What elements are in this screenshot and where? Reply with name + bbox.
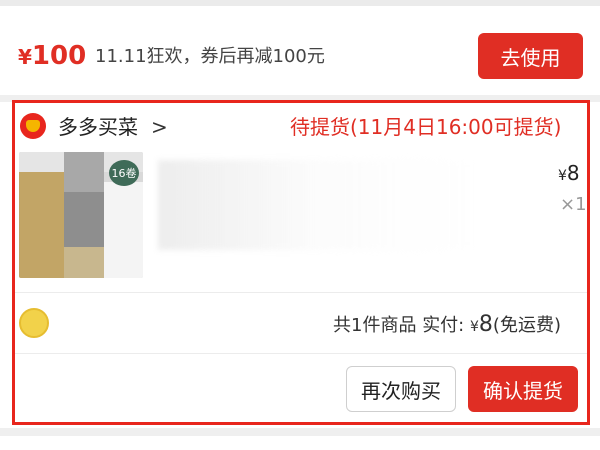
paid-label: 实付:: [422, 315, 465, 336]
product-quantity: ×1: [560, 194, 587, 215]
chevron-right-icon[interactable]: >: [151, 114, 168, 140]
order-summary: 共1件商品 实付: ¥8(免运费): [333, 313, 561, 339]
item-count: 共1件商品: [333, 315, 417, 336]
use-coupon-button[interactable]: 去使用: [478, 33, 583, 79]
paid-currency: ¥: [470, 319, 479, 335]
product-price-currency: ¥: [558, 168, 567, 184]
coupon-value: 100: [31, 41, 87, 71]
product-price: ¥8: [558, 162, 580, 187]
coupon-amount: ¥100: [18, 40, 86, 73]
divider: [15, 353, 587, 354]
divider: [15, 292, 587, 293]
coupon-card: ¥100 11.11狂欢，券后再减100元 去使用: [0, 0, 600, 95]
coupon-currency: ¥: [18, 45, 32, 69]
reorder-button[interactable]: 再次购买: [346, 366, 456, 412]
coupon-description: 11.11狂欢，券后再减100元: [95, 46, 325, 67]
store-name[interactable]: 多多买菜: [58, 114, 138, 140]
carrot-logo-icon: [20, 113, 46, 139]
confirm-pickup-button[interactable]: 确认提货: [468, 366, 578, 412]
product-name-blurred[interactable]: [158, 160, 478, 250]
next-order-card: [0, 436, 600, 450]
pickup-status: 待提货(11月4日16:00可提货): [290, 115, 562, 139]
paid-amount: 8: [478, 312, 493, 337]
product-price-value: 8: [566, 161, 580, 185]
user-avatar-icon: [19, 308, 49, 338]
product-image[interactable]: 16卷: [19, 152, 143, 278]
product-roll-badge: 16卷: [109, 160, 139, 186]
shipping-note: (免运费): [492, 315, 561, 336]
